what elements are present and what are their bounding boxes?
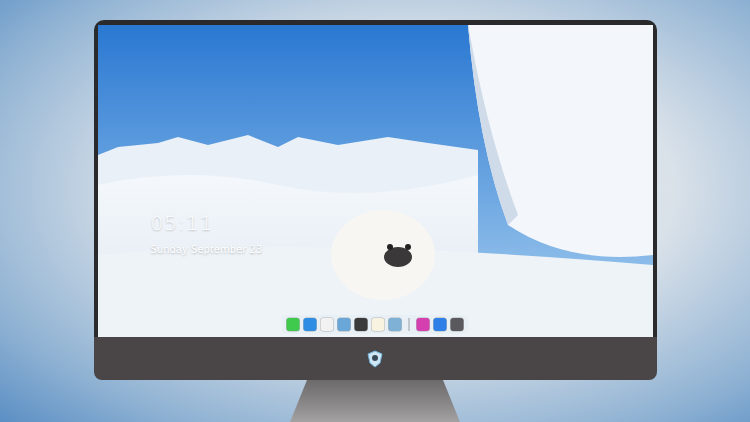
clock-date: Sunday September 23 (151, 243, 263, 257)
dock-app-icon[interactable] (304, 318, 317, 331)
monitor: 05:11 Sunday September 23 (94, 20, 657, 422)
monitor-bezel: 05:11 Sunday September 23 (94, 20, 657, 337)
desktop-background: 05:11 Sunday September 23 (0, 0, 750, 422)
dock-app-icon[interactable] (389, 318, 402, 331)
shield-logo-icon (367, 350, 383, 368)
dock-app-icon[interactable] (338, 318, 351, 331)
dock-app-icon[interactable] (434, 318, 447, 331)
clock-time: 05:11 (151, 211, 263, 235)
dock-app-icon[interactable] (287, 318, 300, 331)
dock-app-icon[interactable] (451, 318, 464, 331)
dock-app-icon[interactable] (417, 318, 430, 331)
dock-app-icon[interactable] (321, 318, 334, 331)
screen: 05:11 Sunday September 23 (98, 25, 653, 337)
dock (282, 315, 469, 334)
monitor-chin (94, 337, 657, 380)
dock-separator (409, 318, 410, 331)
wallpaper-photo (98, 25, 653, 337)
dock-app-icon[interactable] (355, 318, 368, 331)
monitor-stand (290, 380, 460, 422)
dock-app-icon[interactable] (372, 318, 385, 331)
lock-screen-clock: 05:11 Sunday September 23 (151, 211, 263, 257)
